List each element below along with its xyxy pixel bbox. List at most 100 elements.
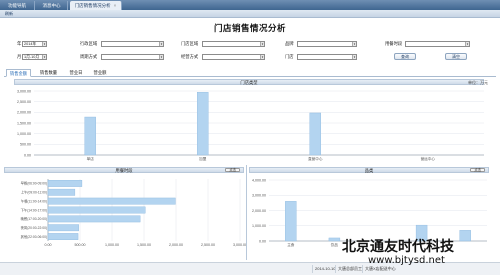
time-slot-label: 用餐时段: [385, 41, 403, 46]
y-tick-label: 夜宵(20:00-22:00): [21, 225, 47, 230]
bar: [47, 206, 146, 214]
category-select[interactable]: ▾: [297, 41, 357, 47]
y-tick-label: 4,000.00: [252, 178, 266, 182]
admin-region-select[interactable]: ▾: [101, 41, 164, 47]
x-tick-label: 加盟: [199, 156, 207, 161]
time-period-panel-header: 用餐时段 点击: [4, 167, 244, 173]
bar: [309, 112, 321, 156]
business-mode-select[interactable]: ▾: [202, 54, 265, 60]
clear-button[interactable]: 清空: [445, 53, 467, 60]
chevron-down-icon: ▾: [260, 55, 264, 59]
bar: [47, 197, 176, 205]
store-region-select[interactable]: ▾: [202, 41, 265, 47]
bar: [328, 237, 341, 242]
x-tick-label: 饮品: [331, 242, 339, 247]
y-tick-label: 0.00: [259, 239, 266, 243]
watermark-url: www.bjtysd.net: [368, 255, 445, 266]
tab-label: 功能导航: [8, 3, 26, 8]
tab-label: 门店销售情况分析: [74, 3, 111, 8]
y-tick-label: 上午(09:00-11:00): [21, 190, 47, 195]
tab-message-center[interactable]: 消息中心: [36, 1, 68, 10]
time-slot-select[interactable]: ▾: [405, 41, 470, 47]
bar: [285, 201, 297, 242]
x-tick-label: 0.00: [45, 243, 52, 247]
business-mode-label: 经营方式: [181, 54, 199, 59]
close-icon[interactable]: ×: [114, 3, 117, 8]
metric-tabs: 销售金额 销售数量 营业日 营业额: [4, 68, 496, 77]
month-label: 月: [17, 54, 22, 59]
y-tick-label: 1,000.00: [252, 224, 266, 228]
category-panel-header: 品类 点击: [249, 167, 489, 173]
status-date: 2014-10-10: [312, 265, 337, 273]
x-tick-label: 单店: [87, 156, 95, 161]
bar: [47, 188, 76, 196]
chevron-down-icon: ▾: [465, 42, 469, 46]
chevron-down-icon: ▾: [159, 42, 163, 46]
x-tick-label: 2,000.00: [169, 243, 183, 247]
time-period-action-button[interactable]: 点击: [225, 168, 240, 172]
x-tick-label: 1,000.00: [105, 243, 119, 247]
category-label: 品牌: [285, 41, 294, 46]
tab-label: 消息中心: [42, 3, 61, 8]
chevron-down-icon: ▾: [352, 55, 356, 59]
tab-sales-quantity[interactable]: 销售数量: [36, 69, 61, 77]
store-label: 门店: [285, 54, 294, 59]
x-tick-label: 直营中心: [308, 156, 323, 161]
y-tick-label: 早餐(06:00-09:00): [21, 181, 47, 186]
bar: [459, 230, 471, 242]
refresh-button[interactable]: 刷新: [5, 11, 13, 17]
year-label: 年: [17, 41, 22, 46]
watermark-company: 北京通友时代科技: [342, 239, 454, 255]
tab-sales-amount[interactable]: 销售金额: [6, 69, 31, 77]
chevron-down-icon: ▾: [260, 42, 264, 46]
time-period-chart: 0.00 500.00 1,000.00 1,500.00 2,000.00 2,500.…: [21, 179, 246, 247]
tab-business-day[interactable]: 营业日: [66, 69, 86, 77]
x-tick-label: 营运中心: [421, 156, 436, 161]
x-tick-label: 2,500.00: [201, 243, 215, 247]
store-type-panel-header: 门店类型: [14, 79, 484, 85]
y-tick-label: 其他(22:00-06:00): [21, 234, 47, 239]
panel-title: 用餐时段: [115, 168, 133, 173]
y-tick-label: 2,000.00: [252, 209, 266, 213]
store-region-label: 门店区域: [181, 41, 199, 46]
y-tick-label: 1,000.00: [17, 132, 31, 136]
bar: [47, 215, 141, 223]
y-tick-label: 1,500.00: [17, 121, 31, 125]
tab-function-nav[interactable]: 功能导航: [0, 1, 35, 10]
chevron-down-icon: ▾: [352, 42, 356, 46]
year-value: 2014年: [24, 42, 37, 46]
category-action-button[interactable]: 点击: [470, 168, 485, 172]
bar: [47, 233, 79, 240]
panel-title: 门店类型: [240, 80, 258, 85]
y-tick-label: 下午(14:00-17:00): [21, 207, 47, 212]
x-tick-label: 500.00: [75, 243, 86, 247]
toolbar: 刷新: [0, 10, 500, 18]
x-tick-label: 1,500.00: [137, 243, 151, 247]
y-tick-label: 午餐(11:00-14:00): [21, 198, 47, 203]
y-tick-label: 晚餐(17:00-20:00): [21, 216, 47, 221]
y-tick-label: 2,000.00: [17, 111, 31, 115]
y-tick-label: 3,000.00: [17, 89, 31, 93]
x-tick-label: 主食: [287, 242, 295, 247]
y-tick-label: 2,500.00: [17, 100, 31, 104]
bar: [84, 116, 96, 156]
y-tick-label: 3,000.00: [252, 194, 266, 198]
year-select[interactable]: 2014年 ▾: [22, 41, 47, 47]
bar: [47, 180, 83, 187]
y-tick-label: 500.00: [20, 143, 31, 147]
bar: [197, 92, 209, 156]
x-tick-label: 3,000.00: [233, 243, 246, 247]
query-button[interactable]: 查询: [394, 53, 416, 60]
tab-store-sales-analysis[interactable]: 门店销售情况分析 ×: [70, 1, 122, 10]
panel-title: 品类: [364, 168, 374, 173]
period-method-label: 周期方式: [80, 54, 98, 59]
month-select[interactable]: 1月-10月 ▾: [22, 54, 47, 60]
bar: [47, 224, 79, 232]
admin-region-label: 行政区域: [80, 41, 98, 46]
period-method-select[interactable]: ▾: [101, 54, 164, 60]
chevron-down-icon: ▾: [42, 42, 46, 46]
store-select[interactable]: ▾: [297, 54, 357, 60]
month-value: 1月-10月: [24, 55, 40, 59]
status-company: 大唐X店配送中心: [362, 265, 398, 273]
tab-revenue[interactable]: 营业额: [90, 69, 110, 77]
